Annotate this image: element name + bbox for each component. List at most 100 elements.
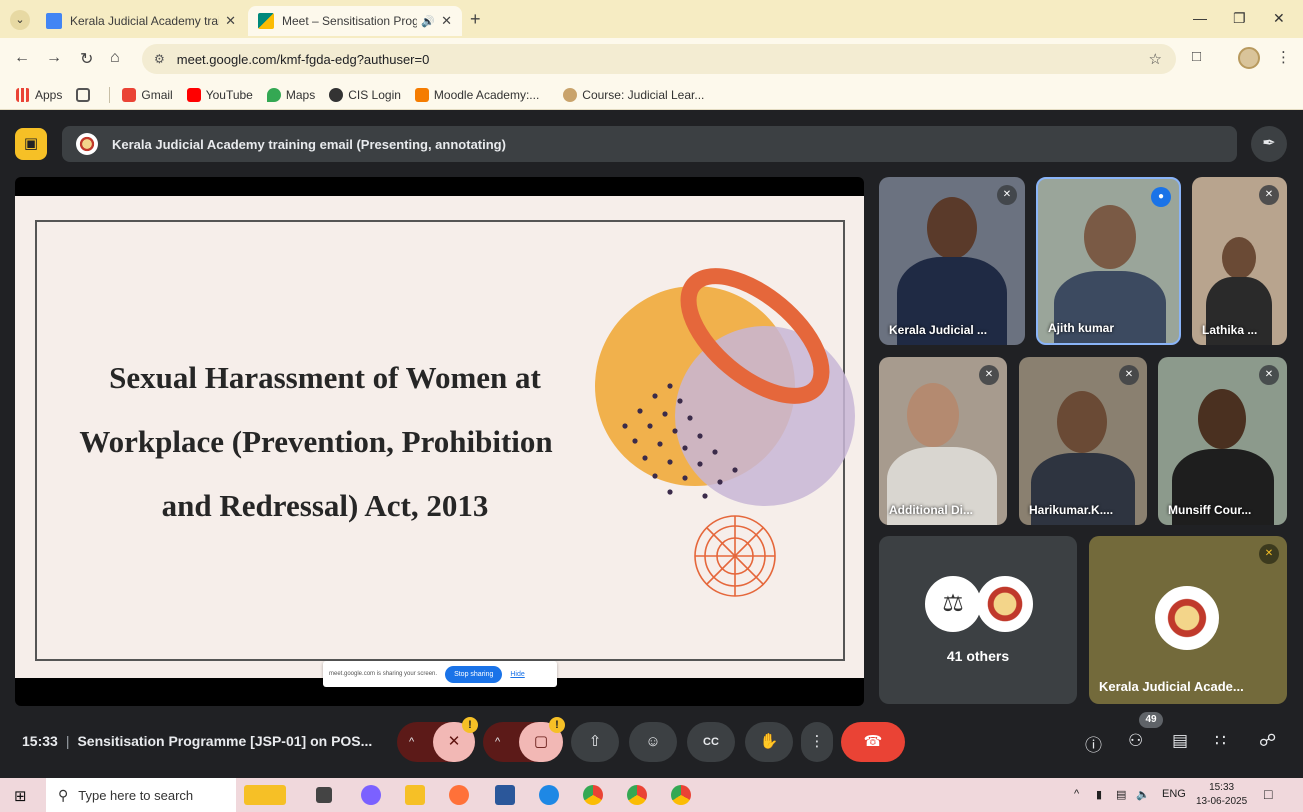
copilot-app-icon[interactable] [361,785,381,805]
bookmark-star-icon[interactable]: ☆ [1149,50,1162,68]
muted-mic-icon: ✕ [1259,365,1279,385]
moodle-icon [414,87,429,102]
video-options-chevron-icon[interactable]: ^ [495,722,500,762]
stop-sharing-button[interactable]: Stop sharing [445,665,503,683]
host-tile[interactable]: ✕ Kerala Judicial Acade... [1089,536,1287,704]
leave-call-button[interactable]: ☎ [841,722,905,762]
participant-name: Additional Di... [889,503,973,517]
hide-link[interactable]: Hide [510,671,524,678]
camera-warning-icon: ! [549,717,565,733]
raise-hand-button[interactable]: ✋ [745,722,793,762]
url-text: meet.google.com/kmf-fgda-edg?authuser=0 [176,51,430,67]
audio-playing-icon[interactable]: 🔊 [421,15,435,28]
present-screen-button[interactable]: ⇧ [571,722,619,762]
presentation-off-icon[interactable]: ▣ [15,128,47,160]
edge-icon[interactable] [539,785,559,805]
slide-title: Sexual Harassment of Women at Workplace … [45,346,605,538]
bookmark-moodle[interactable]: Moodle Academy:... [414,87,539,102]
bookmark-gmail[interactable]: Gmail [122,87,173,102]
reload-icon[interactable]: ↻ [80,49,93,69]
participant-tile-speaking[interactable]: ● Ajith kumar [1036,177,1181,345]
participant-name: Lathika ... [1202,323,1258,337]
sharing-text: meet.google.com is sharing your screen. [329,671,438,677]
battery-icon[interactable]: ▮ [1096,788,1102,801]
home-icon[interactable]: ⌂ [110,49,120,67]
tab-meet[interactable]: Meet – Sensitisation Progra 🔊 ✕ [248,6,462,36]
bookmark-separator [109,86,111,103]
annotate-pen-icon[interactable]: ✒ [1251,126,1287,162]
site-info-icon[interactable]: ⚙ [154,52,165,66]
participant-tile[interactable]: ✕ Harikumar.K.... [1019,357,1147,525]
show-hidden-icons-icon[interactable]: ^ [1074,788,1079,800]
participant-tile[interactable]: ✕ Kerala Judicial ... [879,177,1025,345]
audio-options-chevron-icon[interactable]: ^ [409,722,414,762]
chrome-menu-icon[interactable]: ⋮ [1276,48,1291,66]
language-indicator[interactable]: ENG [1162,788,1186,800]
chrome-profile-2-icon[interactable] [671,785,691,805]
restore-icon[interactable]: ❐ [1233,10,1246,27]
chat-icon[interactable]: ▤ [1172,731,1188,751]
presentation-banner-text: Kerala Judicial Academy training email (… [112,136,506,152]
bookmark-apps[interactable]: Apps [16,87,62,102]
others-tile[interactable]: ⚖ 41 others [879,536,1077,704]
speaking-indicator-icon: ● [1151,187,1171,207]
activities-grid-icon[interactable]: ∷ [1215,731,1226,751]
meeting-title: Sensitisation Programme [JSP-01] on POS.… [77,733,373,749]
back-icon[interactable]: ← [14,49,30,67]
taskbar-search[interactable]: ⚲ Type here to search [46,778,236,812]
people-count-badge: 49 [1139,712,1163,728]
muted-mic-icon: ✕ [1259,185,1279,205]
chrome-icon[interactable] [583,785,603,805]
firefox-icon[interactable] [449,785,469,805]
participant-tile[interactable]: ✕ Additional Di... [879,357,1007,525]
gmail-icon [122,87,137,102]
captions-button[interactable]: CC [687,722,735,762]
close-window-icon[interactable]: ✕ [1273,10,1285,27]
profile-avatar[interactable] [1238,47,1260,69]
muted-mic-icon: ✕ [997,185,1017,205]
participant-name: Munsiff Cour... [1168,503,1252,517]
emoji-reaction-button[interactable]: ☺ [629,722,677,762]
windows-taskbar: ⊞ ⚲ Type here to search ^ ▮ ▤ 🔈 ENG 15:3… [0,778,1303,812]
bookmark-cis-login[interactable]: CIS Login [329,87,401,102]
close-tab-icon[interactable]: ✕ [441,13,452,29]
decorative-artwork [595,268,855,597]
meet-window: ▣ Kerala Judicial Academy training email… [0,110,1303,778]
network-icon[interactable]: ▤ [1116,788,1126,801]
people-icon[interactable]: ⚇ [1128,731,1143,751]
bookmark-maps[interactable]: Maps [266,87,315,102]
participant-tile[interactable]: ✕ Munsiff Cour... [1158,357,1287,525]
extensions-icon[interactable]: □ [1192,48,1201,65]
word-icon[interactable] [495,785,515,805]
tab-groups-icon [76,87,91,102]
more-options-button[interactable]: ⋮ [801,722,833,762]
bookmark-course[interactable]: Course: Judicial Lear... [563,87,704,102]
bookmark-youtube[interactable]: YouTube [186,87,253,102]
close-tab-icon[interactable]: ✕ [225,13,236,29]
forward-icon[interactable]: → [46,49,62,67]
meet-favicon-icon [258,13,274,29]
copilot-sparkle-icon[interactable] [244,785,286,805]
slide-title-line-1: Sexual Harassment of Women at [109,360,541,395]
tab-search-button[interactable]: ⌄ [10,10,30,30]
task-view-icon[interactable] [316,787,332,803]
file-explorer-icon[interactable] [405,785,425,805]
windows-start-icon[interactable]: ⊞ [14,787,27,805]
address-bar[interactable]: ⚙ meet.google.com/kmf-fgda-edg?authuser=… [142,44,1176,74]
scales-of-justice-icon: ⚖ [925,576,981,632]
minimize-icon[interactable]: — [1193,10,1207,26]
muted-mic-icon: ✕ [1259,544,1279,564]
tab-kerala-academy[interactable]: Kerala Judicial Academy training ✕ [36,6,246,36]
meeting-details-icon[interactable]: ⓘ [1085,731,1102,756]
meeting-info: 15:33 | Sensitisation Programme [JSP-01] o… [22,733,373,749]
bookmark-tab-groups[interactable] [76,87,95,102]
tab-title: Kerala Judicial Academy training [70,14,220,28]
host-controls-lock-icon[interactable]: ☍ [1259,731,1276,751]
notifications-icon[interactable]: □ [1264,786,1272,802]
volume-muted-icon[interactable]: 🔈 [1136,788,1150,801]
taskbar-clock[interactable]: 15:33 13-06-2025 [1196,781,1247,809]
chrome-profile-icon[interactable] [627,785,647,805]
new-tab-button[interactable]: + [470,9,481,30]
mic-warning-icon: ! [462,717,478,733]
participant-tile[interactable]: ✕ Lathika ... [1192,177,1287,345]
